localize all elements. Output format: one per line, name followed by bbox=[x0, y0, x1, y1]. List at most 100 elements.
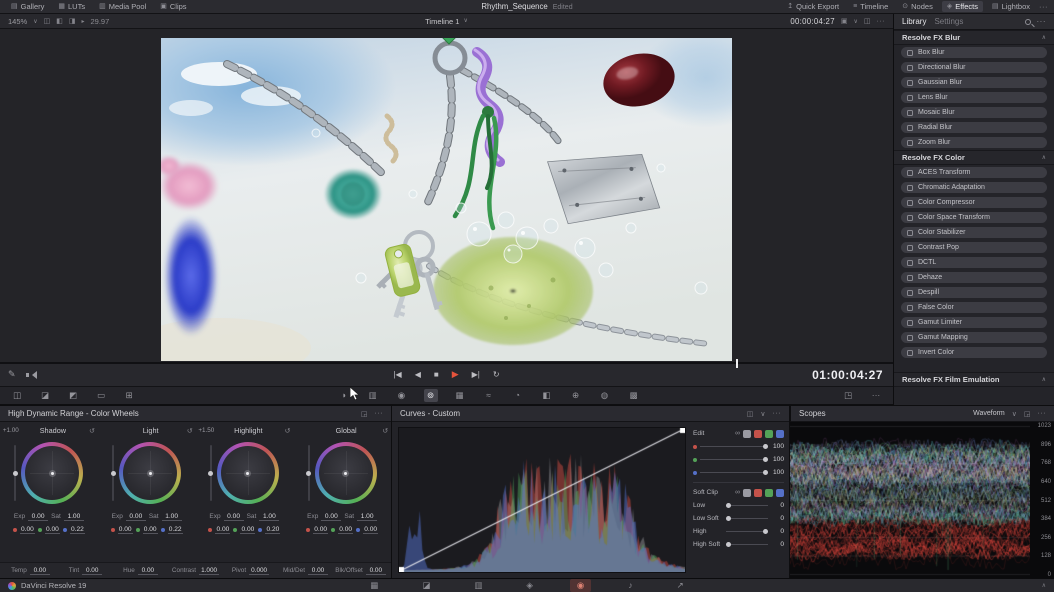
tab-settings[interactable]: Settings bbox=[934, 17, 963, 26]
wheels-menu-icon[interactable]: ··· bbox=[375, 410, 384, 417]
fx-item-dctl[interactable]: DCTL bbox=[901, 257, 1047, 268]
blue-gain-value[interactable]: 100 bbox=[771, 469, 784, 476]
b-value[interactable]: 0.20 bbox=[265, 526, 280, 534]
timeline-button[interactable]: ≡Timeline bbox=[848, 1, 893, 12]
viewer-options-chevron-icon[interactable]: ∨ bbox=[853, 18, 857, 25]
exp-value[interactable]: 0.00 bbox=[126, 513, 146, 521]
fx-item-box-blur[interactable]: Box Blur bbox=[901, 47, 1047, 58]
jump-to-start-button[interactable]: |◀ bbox=[393, 370, 401, 379]
green-gain-slider[interactable] bbox=[700, 459, 768, 460]
overflow-menu-icon[interactable]: ··· bbox=[1039, 2, 1048, 11]
b-value[interactable]: 0.22 bbox=[168, 526, 183, 534]
highlight-mode-icon[interactable]: ◩ bbox=[66, 389, 80, 402]
keyframes-icon[interactable]: ◳ bbox=[841, 389, 855, 402]
image-wipe-icon[interactable]: ◧ bbox=[56, 17, 63, 25]
gallery-button[interactable]: ▤Gallery bbox=[6, 1, 49, 12]
page-edit-icon[interactable]: ▥ bbox=[467, 579, 489, 592]
contrast-value[interactable]: 1.000 bbox=[199, 567, 219, 575]
page-color-icon[interactable]: ◉ bbox=[570, 579, 591, 592]
fx-item-color-space-transform[interactable]: Color Space Transform bbox=[901, 212, 1047, 223]
exposure-slider[interactable] bbox=[308, 445, 310, 501]
tracker-icon[interactable]: ◍ bbox=[598, 389, 612, 402]
tab-library[interactable]: Library bbox=[902, 17, 926, 26]
g-value[interactable]: 0.00 bbox=[338, 526, 353, 534]
step-back-button[interactable]: ◀ bbox=[415, 370, 421, 379]
quick-export-button[interactable]: ↥Quick Export bbox=[782, 1, 844, 12]
sat-value[interactable]: 1.00 bbox=[357, 513, 377, 521]
clip-y-button[interactable] bbox=[743, 489, 751, 497]
exp-value[interactable]: 0.00 bbox=[28, 513, 48, 521]
curves-chevron-icon[interactable]: ∨ bbox=[760, 410, 765, 418]
camera-raw-icon[interactable]: ◑ bbox=[337, 389, 351, 402]
difference-mode-icon[interactable]: ▭ bbox=[94, 389, 108, 402]
g-value[interactable]: 0.00 bbox=[143, 526, 158, 534]
fx-item-lens-blur[interactable]: Lens Blur bbox=[901, 92, 1047, 103]
highlight-view-icon[interactable]: ◨ bbox=[69, 17, 76, 25]
page-fairlight-icon[interactable]: ♪ bbox=[621, 579, 639, 592]
global-color-wheel[interactable] bbox=[315, 442, 377, 504]
light-color-wheel[interactable] bbox=[119, 442, 181, 504]
r-value[interactable]: 0.00 bbox=[215, 526, 230, 534]
fx-item-radial-blur[interactable]: Radial Blur bbox=[901, 122, 1047, 133]
middet-value[interactable]: 0.00 bbox=[308, 567, 328, 575]
fx-item-dehaze[interactable]: Dehaze bbox=[901, 272, 1047, 283]
low-value[interactable]: 0 bbox=[771, 502, 784, 509]
fx-item-false-color[interactable]: False Color bbox=[901, 302, 1047, 313]
curves-menu-icon[interactable]: ··· bbox=[773, 410, 782, 417]
clip-b-button[interactable] bbox=[776, 489, 784, 497]
fx-item-gaussian-blur[interactable]: Gaussian Blur bbox=[901, 77, 1047, 88]
scope-expand-icon[interactable]: ◲ bbox=[1024, 410, 1031, 418]
g-value[interactable]: 0.00 bbox=[45, 526, 60, 534]
split-mode-icon[interactable]: ◪ bbox=[38, 389, 52, 402]
wheel-reset-icon[interactable]: ↺ bbox=[374, 427, 388, 435]
luts-button[interactable]: ▦LUTs bbox=[53, 1, 90, 12]
hdr-wheels-icon[interactable]: ⊚ bbox=[424, 389, 438, 402]
low-soft-value[interactable]: 0 bbox=[771, 515, 784, 522]
effects-button[interactable]: ◈Effects bbox=[942, 1, 983, 12]
blkoffset-value[interactable]: 0.00 bbox=[366, 567, 386, 575]
loop-button[interactable]: ↻ bbox=[493, 370, 500, 379]
play-button[interactable]: ▶ bbox=[452, 369, 459, 380]
r-value[interactable]: 0.00 bbox=[118, 526, 133, 534]
exposure-slider[interactable] bbox=[112, 445, 114, 501]
rgb-mixer-icon[interactable]: ▦ bbox=[453, 389, 467, 402]
sat-value[interactable]: 1.00 bbox=[162, 513, 182, 521]
section-resolve-fx-film-emulation[interactable]: Resolve FX Film Emulation∧ bbox=[894, 372, 1054, 387]
green-gain-value[interactable]: 100 bbox=[771, 456, 784, 463]
tint-value[interactable]: 0.00 bbox=[82, 567, 102, 575]
scope-mode-chevron-icon[interactable]: ∨ bbox=[1012, 410, 1017, 418]
library-menu-icon[interactable]: ··· bbox=[1037, 17, 1047, 26]
wipe-mode-icon[interactable]: ◫ bbox=[10, 389, 24, 402]
fx-item-zoom-blur[interactable]: Zoom Blur bbox=[901, 137, 1047, 148]
channel-r-button[interactable] bbox=[754, 430, 762, 438]
search-icon[interactable] bbox=[1025, 19, 1031, 25]
page-deliver-icon[interactable]: ↗ bbox=[670, 579, 691, 592]
scope-mode-selector[interactable]: Waveform bbox=[973, 410, 1005, 417]
zoom-chevron-icon[interactable]: ∨ bbox=[33, 18, 37, 25]
split-screen-icon[interactable]: ◫ bbox=[44, 17, 51, 25]
stop-button[interactable]: ■ bbox=[434, 370, 439, 379]
high-slider[interactable] bbox=[726, 531, 768, 532]
page-media-icon[interactable]: ▦ bbox=[363, 579, 385, 592]
red-gain-slider[interactable] bbox=[700, 446, 768, 447]
fx-item-color-stabilizer[interactable]: Color Stabilizer bbox=[901, 227, 1047, 238]
viewer-menu-icon[interactable]: ··· bbox=[877, 18, 886, 25]
fx-item-contrast-pop[interactable]: Contrast Pop bbox=[901, 242, 1047, 253]
page-cut-icon[interactable]: ◪ bbox=[415, 579, 437, 592]
exp-value[interactable]: 0.00 bbox=[224, 513, 244, 521]
channel-b-button[interactable] bbox=[776, 430, 784, 438]
section-resolve-fx-blur[interactable]: Resolve FX Blur∧ bbox=[894, 30, 1054, 45]
viewer-scrubber[interactable] bbox=[0, 362, 893, 364]
exposure-slider[interactable] bbox=[210, 445, 212, 501]
b-value[interactable]: 0.00 bbox=[363, 526, 378, 534]
motion-effects-icon[interactable]: ≈ bbox=[482, 389, 496, 402]
fx-item-chromatic-adaptation[interactable]: Chromatic Adaptation bbox=[901, 182, 1047, 193]
power-window-icon[interactable]: ⊕ bbox=[569, 389, 583, 402]
collapse-icon[interactable]: ∧ bbox=[1042, 154, 1046, 161]
g-value[interactable]: 0.00 bbox=[240, 526, 255, 534]
link-icon[interactable]: ∞ bbox=[735, 430, 740, 437]
wheel-reset-icon[interactable]: ↺ bbox=[179, 427, 193, 435]
clips-button[interactable]: ▣Clips bbox=[155, 1, 191, 12]
clip-g-button[interactable] bbox=[765, 489, 773, 497]
pivot-value[interactable]: 0.000 bbox=[249, 567, 269, 575]
